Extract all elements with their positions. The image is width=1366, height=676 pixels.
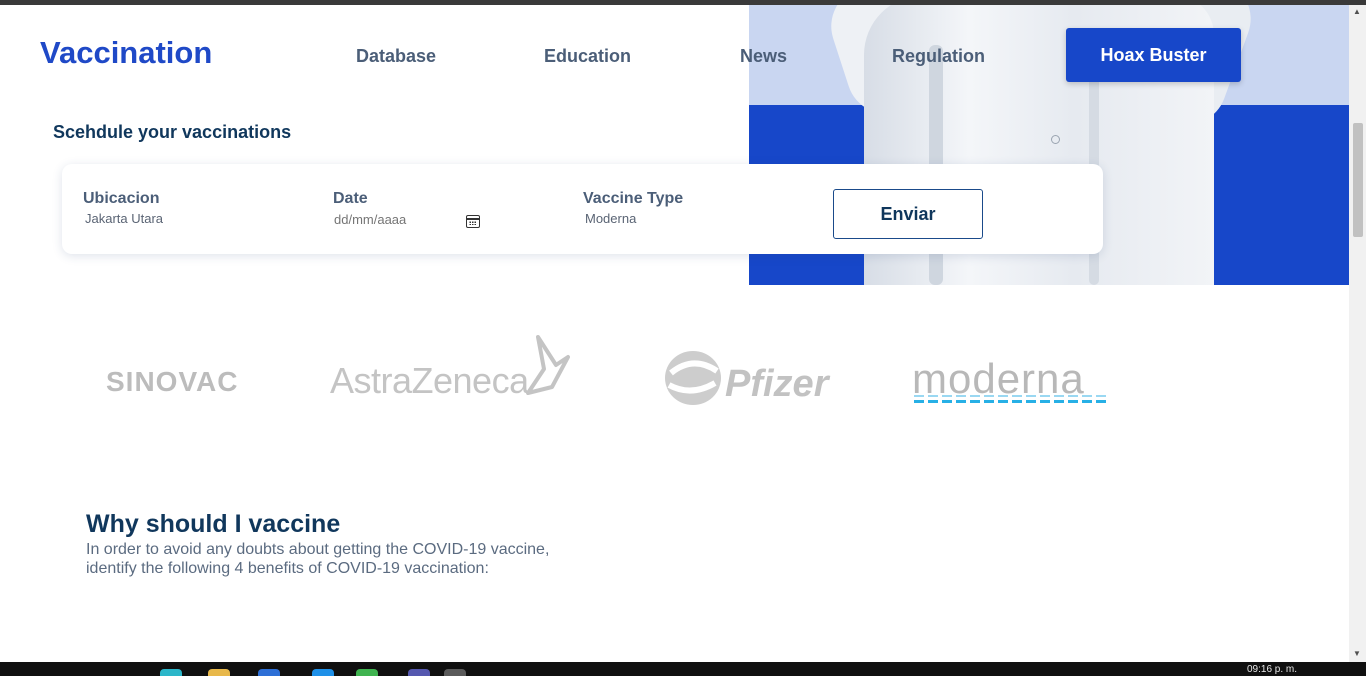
nav-link-education[interactable]: Education xyxy=(544,46,631,67)
moderna-underline-light xyxy=(914,395,1108,397)
folder-icon[interactable] xyxy=(208,669,230,676)
date-input[interactable] xyxy=(334,208,482,230)
astrazeneca-logo: AstraZeneca xyxy=(330,360,529,401)
astrazeneca-mark-icon xyxy=(526,335,570,395)
calendar-icon[interactable] xyxy=(466,215,480,228)
sinovac-logo: SINOVAC xyxy=(106,366,239,397)
nav-link-database[interactable]: Database xyxy=(356,46,436,67)
moderna-underline xyxy=(914,400,1108,403)
why-vaccine-text: In order to avoid any doubts about getti… xyxy=(86,541,550,577)
scroll-thumb[interactable] xyxy=(1353,123,1363,237)
pfizer-mark-icon xyxy=(665,351,721,405)
vaccine-type-label: Vaccine Type xyxy=(583,190,684,207)
nav-link-news[interactable]: News xyxy=(740,46,787,67)
active-app-icon[interactable] xyxy=(444,669,466,676)
why-vaccine-heading: Why should I vaccine xyxy=(86,510,341,538)
vscode-icon[interactable] xyxy=(312,669,334,676)
teams-icon[interactable] xyxy=(408,669,430,676)
submit-button[interactable]: Enviar xyxy=(833,189,983,239)
chrome-icon[interactable] xyxy=(356,669,378,676)
page-content: Vaccination Database Education News Regu… xyxy=(0,5,1349,662)
vaccine-type-select[interactable]: Moderna xyxy=(585,211,636,226)
schedule-title: Scehdule your vaccinations xyxy=(53,122,292,142)
date-label: Date xyxy=(333,190,368,207)
nav-link-regulation[interactable]: Regulation xyxy=(892,46,985,67)
brand-logo[interactable]: Vaccination xyxy=(40,35,212,71)
vertical-scrollbar[interactable]: ▲ ▼ xyxy=(1349,5,1366,662)
os-taskbar: 09:16 p. m. xyxy=(0,662,1366,676)
location-label: Ubicacion xyxy=(83,190,160,207)
pfizer-logo: Pfizer xyxy=(725,363,829,405)
scroll-down-icon[interactable]: ▼ xyxy=(1353,649,1361,658)
scroll-up-icon[interactable]: ▲ xyxy=(1353,7,1361,16)
taskbar-clock[interactable]: 09:16 p. m. xyxy=(1247,664,1297,675)
location-select[interactable]: Jakarta Utara xyxy=(85,211,163,226)
schedule-form: Ubicacion Jakarta Utara Date Vaccine Typ… xyxy=(62,164,1103,254)
edge-icon[interactable] xyxy=(160,669,182,676)
hoax-buster-button[interactable]: Hoax Buster xyxy=(1066,28,1241,82)
store-icon[interactable] xyxy=(258,669,280,676)
